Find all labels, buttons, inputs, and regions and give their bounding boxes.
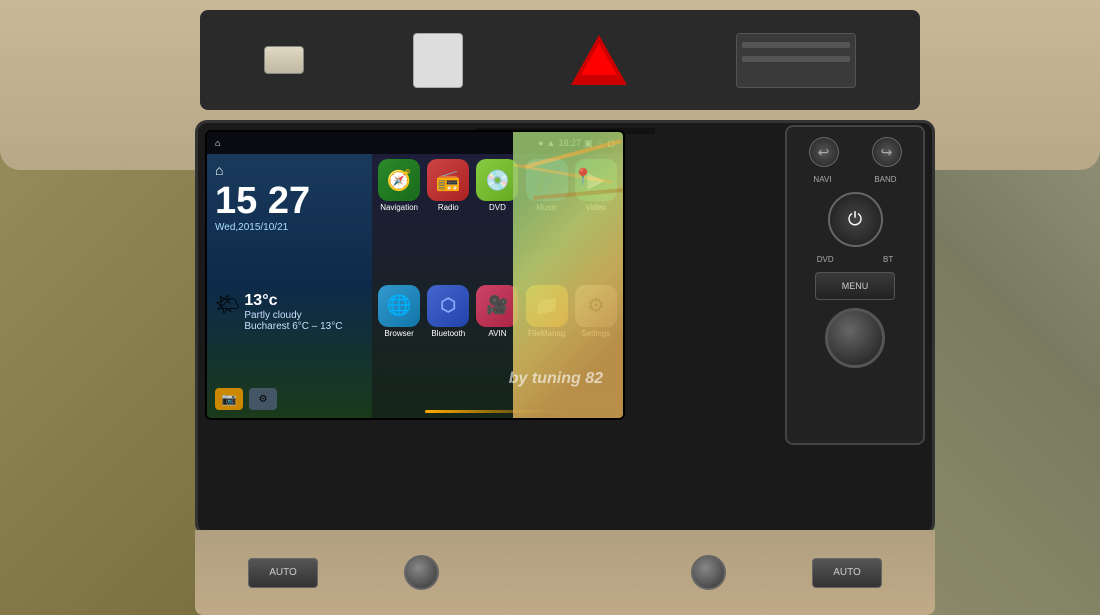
nav-icon: 🧭 xyxy=(378,159,420,201)
bottom-panel: AUTO AUTO xyxy=(195,530,935,615)
cd-area xyxy=(736,33,856,88)
tuning-knob[interactable] xyxy=(825,308,885,368)
dock-settings-icon[interactable]: ⚙ xyxy=(249,388,277,410)
right-knob[interactable] xyxy=(691,555,726,590)
dvd-label: DVD xyxy=(489,203,506,212)
auto-right-button[interactable]: AUTO xyxy=(812,558,882,588)
back-fwd-row: ↩ ↪ xyxy=(792,137,918,167)
navi-band-row: NAVI BAND xyxy=(792,175,918,184)
map-road-3 xyxy=(533,188,623,200)
weather-info: 13°c Partly cloudy Bucharest 6°C – 13°C xyxy=(244,292,342,332)
ac-button[interactable] xyxy=(413,33,463,88)
auto-left-button[interactable]: AUTO xyxy=(248,558,318,588)
weather-icon: 🌤 xyxy=(215,292,240,317)
power-button[interactable]: ⏻ xyxy=(828,192,883,247)
date-display: Wed,2015/10/21 xyxy=(215,222,364,233)
home-status-icon: ⌂ xyxy=(215,138,220,148)
left-panel: ⌂ 15 27 Wed,2015/10/21 🌤 13°c Partly clo… xyxy=(207,154,372,418)
menu-button[interactable]: MENU xyxy=(815,272,895,300)
band-label: BAND xyxy=(874,175,896,184)
nav-label: Navigation xyxy=(380,203,418,212)
radio-icon: 📻 xyxy=(427,159,469,201)
watermark: by tuning 82 xyxy=(509,370,603,388)
band-group: BAND xyxy=(874,175,896,184)
clock-display: 15 27 xyxy=(215,182,364,220)
map-road-2 xyxy=(513,163,612,183)
center-space xyxy=(525,563,605,583)
browser-label: Browser xyxy=(384,329,413,338)
dock-camera-icon[interactable]: 📷 xyxy=(215,388,243,410)
radio-label: Radio xyxy=(438,203,459,212)
bottom-dock: 📷 ⚙ xyxy=(215,388,364,410)
bt-ctrl-label: BT xyxy=(883,255,893,264)
bluetooth-label: Bluetooth xyxy=(431,329,465,338)
browser-icon: 🌐 xyxy=(378,285,420,327)
app-radio[interactable]: 📻 Radio xyxy=(427,159,469,212)
bluetooth-icon: ⬡ xyxy=(427,285,469,327)
app-bluetooth[interactable]: ⬡ Bluetooth xyxy=(427,285,469,338)
app-browser[interactable]: 🌐 Browser xyxy=(378,285,420,338)
esp-button[interactable] xyxy=(264,46,304,74)
dvd-bt-row: DVD BT xyxy=(792,255,918,264)
weather-section: 🌤 13°c Partly cloudy Bucharest 6°C – 13°… xyxy=(215,292,364,332)
power-row: ⏻ xyxy=(792,192,918,247)
weather-location: Bucharest 6°C – 13°C xyxy=(244,321,342,332)
controls-top xyxy=(200,10,920,110)
temperature: 13°c xyxy=(244,292,342,310)
forward-button[interactable]: ↪ xyxy=(872,137,902,167)
android-screen: 📍 ⌂ ● ▲ 18:27 ▣ ⋮ ◻ ⌂ 15 27 Wed,2015/10/… xyxy=(205,130,625,420)
right-controls: ↩ ↪ NAVI BAND ⏻ DVD BT MENU xyxy=(785,125,925,445)
home-icon: ⌂ xyxy=(215,162,364,178)
tuning-row xyxy=(792,308,918,368)
dvd-ctrl-label: DVD xyxy=(817,255,834,264)
app-navigation[interactable]: 🧭 Navigation xyxy=(378,159,420,212)
navi-group: NAVI xyxy=(813,175,831,184)
back-button[interactable]: ↩ xyxy=(809,137,839,167)
avin-label: AVIN xyxy=(488,329,506,338)
weather-desc: Partly cloudy xyxy=(244,310,342,321)
left-knob[interactable] xyxy=(404,555,439,590)
nav-marker: 📍 xyxy=(573,167,593,187)
map-road-1 xyxy=(524,139,622,169)
hazard-button[interactable] xyxy=(571,35,627,85)
navi-label: NAVI xyxy=(813,175,831,184)
menu-row: MENU xyxy=(792,272,918,300)
